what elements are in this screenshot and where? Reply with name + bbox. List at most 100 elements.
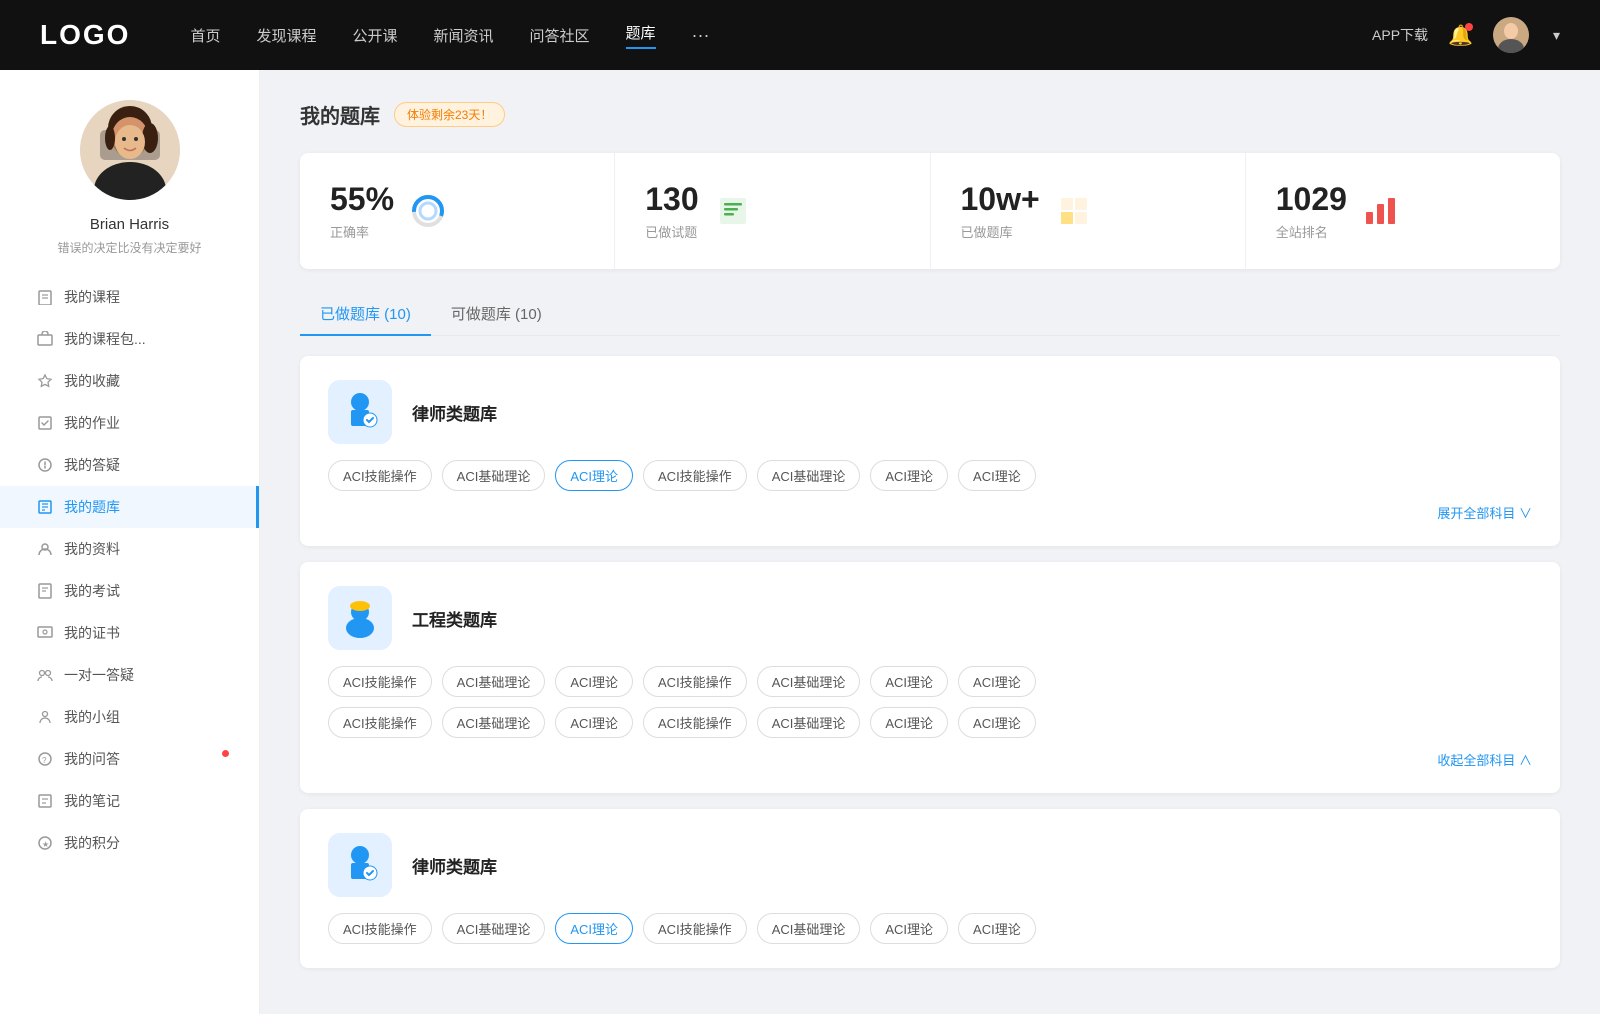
sidebar-item-exam[interactable]: 我的考试 <box>0 570 259 612</box>
bank-card-1-expand[interactable]: 收起全部科目 ∧ <box>328 750 1532 769</box>
bank-1-tag-11[interactable]: ACI基础理论 <box>757 707 861 738</box>
sidebar-item-certificate[interactable]: 我的证书 <box>0 612 259 654</box>
sidebar-item-question-bank[interactable]: 我的题库 <box>0 486 259 528</box>
sidebar-homework-label: 我的作业 <box>64 413 120 433</box>
qa-icon <box>36 456 54 474</box>
tab-done-banks[interactable]: 已做题库 (10) <box>300 293 431 336</box>
sidebar-group-label: 我的小组 <box>64 707 120 727</box>
trial-badge: 体验剩余23天！ <box>394 102 505 127</box>
bank-card-1-header: 工程类题库 <box>328 586 1532 650</box>
stat-done-banks: 10w+ 已做题库 <box>931 153 1246 269</box>
nav-qa[interactable]: 问答社区 <box>530 25 590 46</box>
nav-discover[interactable]: 发现课程 <box>256 25 316 46</box>
stat-done-banks-label: 已做题库 <box>961 222 1040 241</box>
sidebar-item-course-pkg[interactable]: 我的课程包... <box>0 318 259 360</box>
main-layout: Brian Harris 错误的决定比没有决定要好 我的课程 我的课程包... <box>0 70 1600 1014</box>
bank-1-tag-2[interactable]: ACI理论 <box>555 666 633 697</box>
bank-0-tag-1[interactable]: ACI基础理论 <box>442 460 546 491</box>
bank-1-tag-7[interactable]: ACI技能操作 <box>328 707 432 738</box>
bank-1-tag-9[interactable]: ACI理论 <box>555 707 633 738</box>
group-icon <box>36 708 54 726</box>
homework-icon <box>36 414 54 432</box>
sidebar-avatar-image <box>80 100 180 200</box>
sidebar-item-collect[interactable]: 我的收藏 <box>0 360 259 402</box>
main-content: 我的题库 体验剩余23天！ 55% 正确率 <box>260 70 1600 1014</box>
notification-bell[interactable]: 🔔 <box>1448 23 1473 48</box>
bank-1-tag-1[interactable]: ACI基础理论 <box>442 666 546 697</box>
sidebar-one-on-one-label: 一对一答疑 <box>64 665 134 685</box>
sidebar-questions-label: 我的问答 <box>64 749 120 769</box>
bank-card-2-icon <box>328 833 392 897</box>
bank-0-tag-5[interactable]: ACI理论 <box>870 460 948 491</box>
done-banks-icon <box>1056 193 1092 229</box>
bank-1-tag-4[interactable]: ACI基础理论 <box>757 666 861 697</box>
stats-row: 55% 正确率 130 已做试题 <box>300 153 1560 269</box>
bank-1-tag-0[interactable]: ACI技能操作 <box>328 666 432 697</box>
sidebar-item-course[interactable]: 我的课程 <box>0 276 259 318</box>
bank-2-tag-6[interactable]: ACI理论 <box>958 913 1036 944</box>
stat-done-questions-value: 130 <box>645 181 698 218</box>
sidebar-item-group[interactable]: 我的小组 <box>0 696 259 738</box>
sidebar: Brian Harris 错误的决定比没有决定要好 我的课程 我的课程包... <box>0 70 260 1014</box>
bank-0-tag-0[interactable]: ACI技能操作 <box>328 460 432 491</box>
sidebar-course-label: 我的课程 <box>64 287 120 307</box>
tab-available-banks[interactable]: 可做题库 (10) <box>431 293 562 336</box>
sidebar-question-bank-label: 我的题库 <box>64 497 120 517</box>
stat-done-banks-value: 10w+ <box>961 181 1040 218</box>
bank-1-tag-8[interactable]: ACI基础理论 <box>442 707 546 738</box>
bank-1-tag-10[interactable]: ACI技能操作 <box>643 707 747 738</box>
user-avatar[interactable] <box>1493 17 1529 53</box>
sidebar-exam-label: 我的考试 <box>64 581 120 601</box>
bank-1-tag-12[interactable]: ACI理论 <box>870 707 948 738</box>
nav-more[interactable]: ··· <box>692 25 710 46</box>
bank-2-tag-3[interactable]: ACI技能操作 <box>643 913 747 944</box>
nav-links: 首页 发现课程 公开课 新闻资讯 问答社区 题库 ··· <box>190 22 1372 49</box>
bank-1-tag-6[interactable]: ACI理论 <box>958 666 1036 697</box>
stat-rank-label: 全站排名 <box>1276 222 1347 241</box>
bank-1-tag-5[interactable]: ACI理论 <box>870 666 948 697</box>
done-questions-icon <box>715 193 751 229</box>
bank-2-tag-4[interactable]: ACI基础理论 <box>757 913 861 944</box>
certificate-icon <box>36 624 54 642</box>
sidebar-item-homework[interactable]: 我的作业 <box>0 402 259 444</box>
collect-icon <box>36 372 54 390</box>
sidebar-item-one-on-one[interactable]: 一对一答疑 <box>0 654 259 696</box>
nav-open-course[interactable]: 公开课 <box>352 25 397 46</box>
bank-2-tag-5[interactable]: ACI理论 <box>870 913 948 944</box>
bank-card-1-tags-row1: ACI技能操作 ACI基础理论 ACI理论 ACI技能操作 ACI基础理论 AC… <box>328 666 1532 697</box>
nav-question-bank[interactable]: 题库 <box>626 22 656 49</box>
bank-0-tag-3[interactable]: ACI技能操作 <box>643 460 747 491</box>
bank-0-tag-6[interactable]: ACI理论 <box>958 460 1036 491</box>
svg-text:★: ★ <box>42 840 49 849</box>
sidebar-menu: 我的课程 我的课程包... 我的收藏 我的作业 <box>0 276 259 864</box>
bank-card-0-expand[interactable]: 展开全部科目 ∨ <box>328 503 1532 522</box>
sidebar-profile-label: 我的资料 <box>64 539 120 559</box>
stat-accuracy-label: 正确率 <box>330 222 394 241</box>
bank-2-tag-0[interactable]: ACI技能操作 <box>328 913 432 944</box>
bank-0-tag-4[interactable]: ACI基础理论 <box>757 460 861 491</box>
sidebar-item-notes[interactable]: 我的笔记 <box>0 780 259 822</box>
app-download-button[interactable]: APP下载 <box>1372 25 1428 45</box>
nav-news[interactable]: 新闻资讯 <box>434 25 494 46</box>
stat-rank-value: 1029 <box>1276 181 1347 218</box>
svg-text:?: ? <box>42 756 47 765</box>
bank-1-tag-13[interactable]: ACI理论 <box>958 707 1036 738</box>
bank-2-tag-2[interactable]: ACI理论 <box>555 913 633 944</box>
sidebar-item-profile[interactable]: 我的资料 <box>0 528 259 570</box>
sidebar-user-motto: 错误的决定比没有决定要好 <box>57 239 201 256</box>
user-dropdown-icon[interactable]: ▾ <box>1553 27 1560 44</box>
stat-done-questions: 130 已做试题 <box>615 153 930 269</box>
sidebar-certificate-label: 我的证书 <box>64 623 120 643</box>
navbar: LOGO 首页 发现课程 公开课 新闻资讯 问答社区 题库 ··· APP下载 … <box>0 0 1600 70</box>
bank-card-2-title: 律师类题库 <box>412 853 497 878</box>
bank-1-tag-3[interactable]: ACI技能操作 <box>643 666 747 697</box>
sidebar-item-points[interactable]: ★ 我的积分 <box>0 822 259 864</box>
sidebar-item-questions[interactable]: ? 我的问答 <box>0 738 259 780</box>
stat-done-questions-label: 已做试题 <box>645 222 698 241</box>
bank-0-tag-2[interactable]: ACI理论 <box>555 460 633 491</box>
sidebar-collect-label: 我的收藏 <box>64 371 120 391</box>
nav-home[interactable]: 首页 <box>190 25 220 46</box>
sidebar-item-qa[interactable]: 我的答疑 <box>0 444 259 486</box>
profile-icon <box>36 540 54 558</box>
bank-2-tag-1[interactable]: ACI基础理论 <box>442 913 546 944</box>
